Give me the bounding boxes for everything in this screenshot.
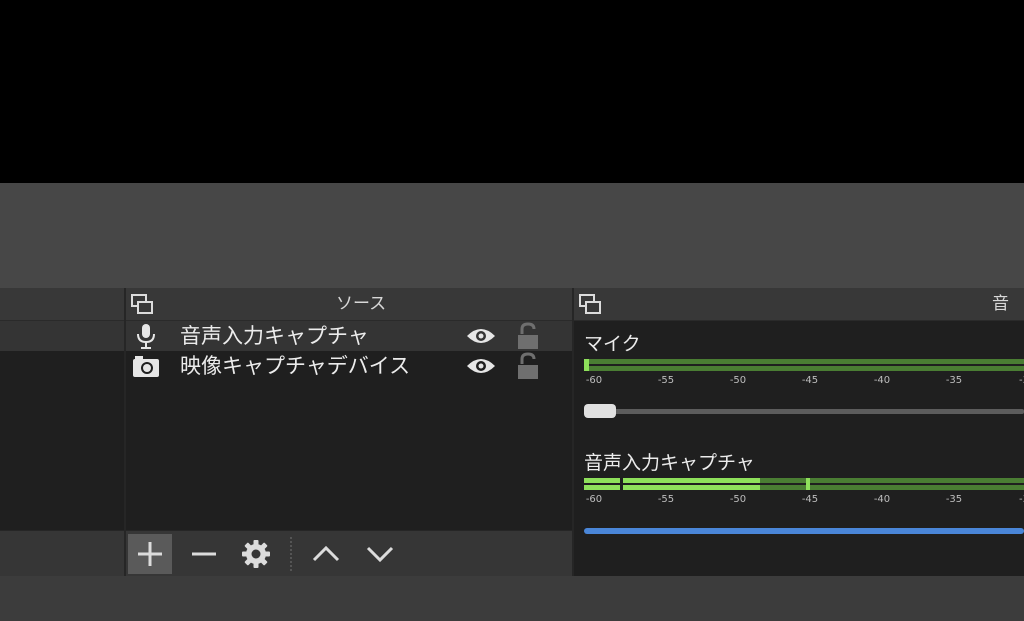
sources-list[interactable]: 音声入力キャプチャ 映像キャプチャデバイス xyxy=(126,321,572,531)
mixer-dock-title-bar: 音声 xyxy=(574,288,1024,346)
gear-icon xyxy=(242,540,270,568)
mixer-dock-title: 音声 xyxy=(992,294,1009,346)
meter-scale: -60 -55 -50 -45 -40 -35 -3 xyxy=(584,371,1024,395)
scale-label: -60 xyxy=(585,494,603,505)
camera-icon xyxy=(133,356,159,377)
scale-label: -35 xyxy=(945,494,963,505)
microphone-icon xyxy=(137,324,155,349)
meter-marker xyxy=(620,478,623,490)
volume-slider[interactable] xyxy=(584,528,1024,534)
volume-slider[interactable] xyxy=(584,404,1024,418)
scenes-list[interactable] xyxy=(0,321,124,531)
scale-label: -3 xyxy=(1019,494,1024,505)
unlock-icon[interactable] xyxy=(516,322,540,350)
scenes-dock xyxy=(0,288,126,576)
scenes-dock-title xyxy=(0,288,124,321)
channel-name: 音声入力キャプチャ xyxy=(584,452,755,474)
preview-canvas xyxy=(0,0,1024,183)
source-item[interactable]: 映像キャプチャデバイス xyxy=(126,351,572,381)
source-label: 映像キャプチャデバイス xyxy=(180,354,411,378)
unlock-icon[interactable] xyxy=(516,352,540,380)
scale-label: -60 xyxy=(585,375,603,386)
scale-label: -55 xyxy=(657,375,675,386)
scale-label: -50 xyxy=(729,375,747,386)
meter-level-left xyxy=(584,478,760,483)
scale-label: -50 xyxy=(729,494,747,505)
float-dock-icon[interactable] xyxy=(130,292,154,316)
scale-label: -3 xyxy=(1019,375,1024,386)
mixer-channels: マイク -60 -55 -50 -45 -40 -35 -3 音声入力キャプチャ xyxy=(574,321,1024,576)
mixer-channel: 音声入力キャプチャ -60 -55 -50 -45 -40 -35 -3 xyxy=(584,448,1024,538)
scenes-toolbar xyxy=(0,530,124,576)
remove-source-button[interactable] xyxy=(182,534,226,574)
source-properties-button[interactable] xyxy=(234,534,278,574)
meter-peak-indicator xyxy=(806,478,810,490)
sources-dock: ソース 音声入力キャプチャ 映像キャプチャデバイス xyxy=(126,288,574,576)
scale-label: -45 xyxy=(801,375,819,386)
chevron-down-icon xyxy=(366,546,394,563)
meter-scale: -60 -55 -50 -45 -40 -35 -3 xyxy=(584,490,1024,514)
source-label: 音声入力キャプチャ xyxy=(180,324,369,348)
scale-label: -40 xyxy=(873,494,891,505)
meter-bar-left xyxy=(584,359,1024,364)
sources-dock-title-bar: ソース xyxy=(126,288,572,321)
scene-item-selected[interactable] xyxy=(0,321,124,351)
source-item[interactable]: 音声入力キャプチャ xyxy=(126,321,572,351)
minus-icon xyxy=(192,552,216,556)
volume-slider-handle[interactable] xyxy=(584,404,616,418)
move-source-down-button[interactable] xyxy=(358,534,402,574)
audio-mixer-dock: 音声 マイク -60 -55 -50 -45 -40 -35 -3 xyxy=(574,288,1024,576)
chevron-up-icon xyxy=(312,545,340,562)
scale-label: -45 xyxy=(801,494,819,505)
toolbar-separator xyxy=(290,537,292,571)
scale-label: -35 xyxy=(945,375,963,386)
scale-label: -55 xyxy=(657,494,675,505)
channel-name: マイク xyxy=(584,333,641,355)
mixer-channel: マイク -60 -55 -50 -45 -40 -35 -3 xyxy=(584,329,1024,419)
move-source-up-button[interactable] xyxy=(304,534,348,574)
add-source-button[interactable] xyxy=(128,534,172,574)
eye-icon[interactable] xyxy=(466,325,496,347)
meter-level-indicator xyxy=(584,359,589,371)
float-dock-icon[interactable] xyxy=(578,292,602,316)
sources-dock-title: ソース xyxy=(336,294,387,314)
scale-label: -40 xyxy=(873,375,891,386)
sources-toolbar xyxy=(126,530,572,576)
dock-area-background xyxy=(0,183,1024,288)
eye-icon[interactable] xyxy=(466,355,496,377)
plus-icon xyxy=(138,542,162,566)
